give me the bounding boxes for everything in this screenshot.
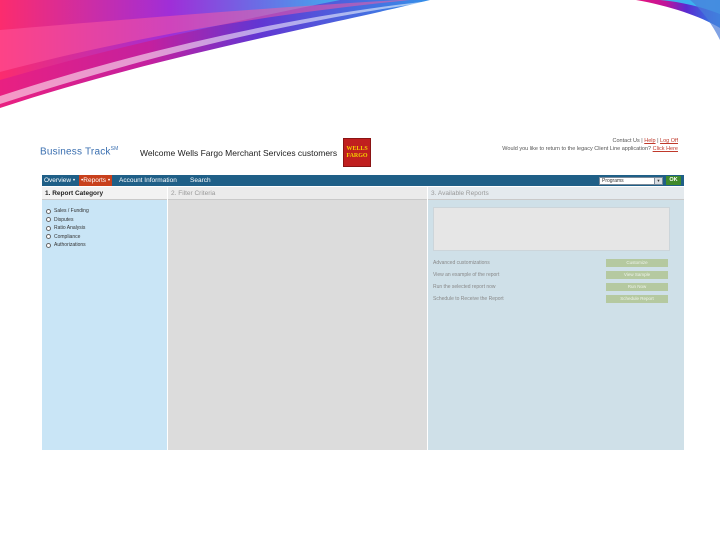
available-reports-title: 3. Available Reports xyxy=(428,187,684,200)
wells-fargo-logo-line1: WELLS xyxy=(346,145,368,152)
radio-icon[interactable] xyxy=(46,208,51,214)
logo-text: Business Track xyxy=(40,146,111,158)
action-row-run-now: Run the selected report now Run Now xyxy=(433,283,673,292)
filter-criteria-panel: 2. Filter Criteria xyxy=(168,187,427,450)
action-label: Run the selected report now xyxy=(433,284,496,290)
contact-us-link[interactable]: Contact Us xyxy=(613,138,640,144)
report-category-panel: 1. Report Category Sales / Funding Dispu… xyxy=(42,187,167,450)
log-off-link[interactable]: Log Off xyxy=(660,138,678,144)
chevron-down-icon[interactable]: ▼ xyxy=(654,177,662,184)
available-reports-panel: 3. Available Reports Advanced customizat… xyxy=(428,187,684,450)
main-navbar: Overview • •Reports • Account Informatio… xyxy=(42,175,684,186)
wells-fargo-logo: WELLS FARGO xyxy=(343,138,371,167)
radio-icon[interactable] xyxy=(46,234,51,240)
program-select-value: Programs xyxy=(602,177,624,184)
help-link[interactable]: Help xyxy=(644,138,655,144)
business-track-logo[interactable]: Business TrackSM xyxy=(40,146,119,157)
report-list-box[interactable] xyxy=(433,207,670,251)
category-label: Authorizations xyxy=(54,242,86,249)
logo-mark: SM xyxy=(110,146,119,152)
radio-icon[interactable] xyxy=(46,217,51,223)
nav-account-information[interactable]: Account Information xyxy=(117,175,179,186)
action-row-customize: Advanced customizations Customize xyxy=(433,259,673,268)
category-label: Disputes xyxy=(54,216,74,223)
category-disputes[interactable]: Disputes xyxy=(46,216,167,225)
category-compliance[interactable]: Compliance xyxy=(46,233,167,242)
filter-criteria-title: 2. Filter Criteria xyxy=(168,187,427,200)
category-ratio-analysis[interactable]: Ratio Analysis xyxy=(46,224,167,233)
schedule-report-button[interactable]: Schedule Report xyxy=(606,295,668,303)
view-sample-button[interactable]: View Sample xyxy=(606,271,668,279)
category-label: Compliance xyxy=(54,233,81,240)
report-category-title: 1. Report Category xyxy=(42,187,167,200)
action-label: Schedule to Receive the Report xyxy=(433,296,504,302)
welcome-message: Welcome Wells Fargo Merchant Services cu… xyxy=(140,148,338,158)
wells-fargo-logo-line2: FARGO xyxy=(346,152,368,159)
nav-overview[interactable]: Overview • xyxy=(42,175,77,186)
customize-button[interactable]: Customize xyxy=(606,259,668,267)
action-row-schedule: Schedule to Receive the Report Schedule … xyxy=(433,295,673,304)
nav-search[interactable]: Search xyxy=(188,175,213,186)
category-label: Sales / Funding xyxy=(54,208,89,215)
radio-icon[interactable] xyxy=(46,225,51,231)
header-links: Contact Us | Help | Log Off Would you li… xyxy=(502,138,678,152)
nav-reports[interactable]: •Reports • xyxy=(79,175,113,186)
action-row-view-sample: View an example of the report View Sampl… xyxy=(433,271,673,280)
category-sales-funding[interactable]: Sales / Funding xyxy=(46,207,167,216)
category-list: Sales / Funding Disputes Ratio Analysis … xyxy=(42,200,167,250)
click-here-link[interactable]: Click Here xyxy=(653,146,678,152)
decorative-swoosh xyxy=(0,0,720,108)
ok-button[interactable]: OK xyxy=(666,176,681,185)
category-authorizations[interactable]: Authorizations xyxy=(46,241,167,250)
category-label: Ratio Analysis xyxy=(54,225,86,232)
action-label: View an example of the report xyxy=(433,272,500,278)
program-select[interactable]: Programs ▼ xyxy=(599,176,663,185)
legacy-question: Would you like to return to the legacy C… xyxy=(502,145,652,152)
radio-icon[interactable] xyxy=(46,242,51,248)
action-label: Advanced customizations xyxy=(433,260,490,266)
run-now-button[interactable]: Run Now xyxy=(606,283,668,291)
